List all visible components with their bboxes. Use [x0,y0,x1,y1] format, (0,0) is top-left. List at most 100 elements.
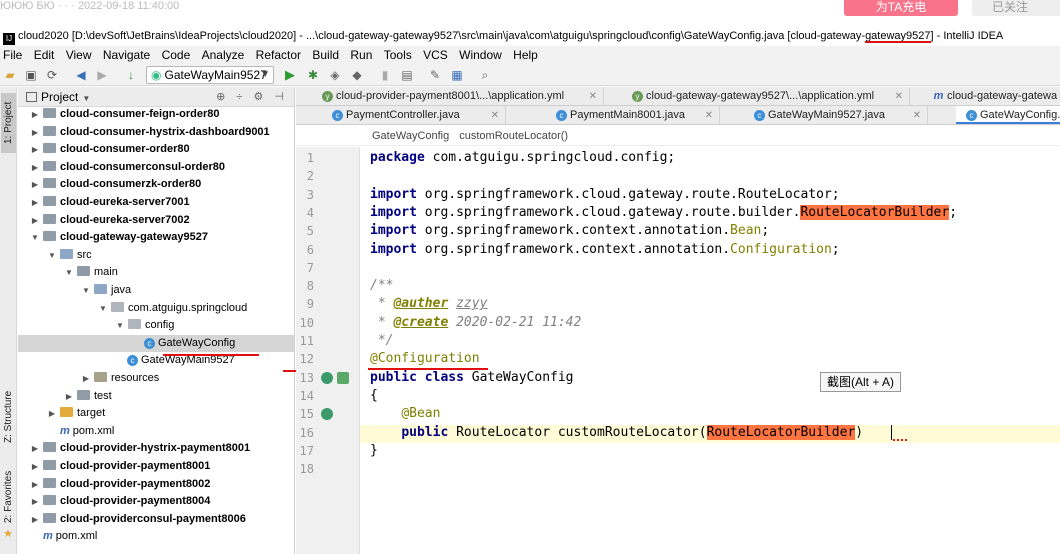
search-everywhere-icon[interactable]: ⌕ [478,68,492,82]
chevron-right-icon[interactable]: ▶ [30,493,40,511]
chevron-right-icon[interactable]: ▶ [30,124,40,142]
coverage-icon[interactable]: ◈ [328,68,342,82]
tab-structure-tool[interactable]: Z: Structure [1,387,16,447]
save-icon[interactable]: ▣ [24,68,38,82]
tree-item[interactable]: ▶ target [18,405,294,423]
tab-gateway9527-application-yml[interactable]: y cloud-gateway-gateway9527\...\applicati… [622,87,910,105]
chevron-right-icon[interactable]: ▶ [81,370,91,388]
settings-wrench-icon[interactable]: ✎ [428,68,442,82]
chevron-down-icon[interactable]: ▼ [82,94,90,103]
sync-icon[interactable]: ⟳ [45,68,59,82]
tree-item[interactable]: ▼ com.atguigu.springcloud [18,300,294,318]
tree-item[interactable]: ▶ test [18,388,294,406]
build-icon[interactable]: ↓ [124,68,138,82]
chevron-right-icon[interactable]: ▶ [30,176,40,194]
project-panel-actions[interactable]: ⊕ ÷ ⚙ ⊣ [216,87,288,107]
chevron-right-icon[interactable]: ▶ [30,476,40,494]
menu-run[interactable]: Run [350,48,372,62]
chevron-right-icon[interactable]: ▶ [30,159,40,177]
tree-module-item[interactable]: ▶ cloud-consumerconsul-order80 [18,159,294,177]
tree-module-item[interactable]: ▶ cloud-consumer-hystrix-dashboard9001 [18,124,294,142]
tab-project-tool[interactable]: 1: Project [1,93,16,153]
tree-module-item[interactable]: ▶ cloud-provider-payment8002 [18,476,294,494]
tree-module-item[interactable]: ▼ cloud-gateway-gateway9527 [18,229,294,247]
tree-item[interactable]: m pom.xml [18,423,294,441]
project-structure-icon[interactable]: ▦ [450,68,464,82]
chevron-right-icon[interactable]: ▶ [30,212,40,230]
tree-module-item[interactable]: ▶ cloud-provider-hystrix-payment8001 [18,440,294,458]
menu-build[interactable]: Build [312,48,339,62]
chevron-right-icon[interactable]: ▶ [30,458,40,476]
tab-payment-controller[interactable]: c PaymentController.java ✕ [322,106,506,124]
tree-module-item[interactable]: ▶ cloud-eureka-server7002 [18,212,294,230]
close-icon[interactable]: ✕ [491,106,499,124]
tree-item[interactable]: ▼ config [18,317,294,335]
menu-help[interactable]: Help [513,48,538,62]
chevron-down-icon[interactable]: ▼ [30,229,40,247]
stop-icon[interactable]: ▮ [378,68,392,82]
menu-tools[interactable]: Tools [384,48,412,62]
open-folder-icon[interactable]: ▰ [3,68,17,82]
chevron-right-icon[interactable]: ▶ [64,388,74,406]
menu-view[interactable]: View [66,48,92,62]
close-icon[interactable]: ✕ [895,87,903,105]
tree-module-item[interactable]: ▶ cloud-providerconsul-payment8006 [18,511,294,529]
chevron-down-icon[interactable]: ▼ [47,247,57,265]
chevron-down-icon[interactable]: ▼ [64,264,74,282]
close-icon[interactable]: ✕ [589,87,597,105]
chevron-right-icon[interactable]: ▶ [30,141,40,159]
tab-payment8001-application-yml[interactable]: y cloud-provider-payment8001\...\applicat… [312,87,604,105]
menu-navigate[interactable]: Navigate [103,48,150,62]
tab-gateway9527-pom[interactable]: m cloud-gateway-gatewa [923,87,1060,105]
menu-vcs[interactable]: VCS [423,48,448,62]
chevron-down-icon[interactable]: ▼ [115,317,125,335]
tree-item[interactable]: m pom.xml [18,528,294,546]
chevron-down-icon[interactable]: ▼ [98,300,108,318]
breadcrumb-class[interactable]: GateWayConfig [372,130,449,142]
breadcrumb-method[interactable]: customRouteLocator() [459,130,568,142]
menu-window[interactable]: Window [459,48,502,62]
tab-gateway-config[interactable]: c GateWayConfig.j [956,106,1060,124]
structure-icon[interactable]: ▤ [400,68,414,82]
project-panel-title[interactable]: Project [41,90,78,104]
chevron-down-icon[interactable]: ▼ [81,282,91,300]
tree-module-item[interactable]: ▶ cloud-provider-payment8004 [18,493,294,511]
menu-file[interactable]: File [3,48,22,62]
tree-item[interactable]: ▼ java [18,282,294,300]
profile-icon[interactable]: ◆ [350,68,364,82]
tree-item[interactable]: c GateWayConfig [18,334,294,353]
spring-config-gutter-icon[interactable] [337,372,349,384]
close-icon[interactable]: ✕ [913,106,921,124]
menu-analyze[interactable]: Analyze [202,48,245,62]
tree-module-item[interactable]: ▶ cloud-consumerzk-order80 [18,176,294,194]
chevron-right-icon[interactable]: ▶ [30,106,40,124]
debug-icon[interactable]: ✱ [306,68,320,82]
tree-item[interactable]: ▼ src [18,247,294,265]
tree-module-item[interactable]: ▶ cloud-provider-payment8001 [18,458,294,476]
tab-gateway-main9527[interactable]: c GateWayMain9527.java ✕ [744,106,928,124]
charge-button[interactable]: 为TA充电 [844,0,958,16]
tree-module-item[interactable]: ▶ cloud-consumer-order80 [18,141,294,159]
tree-item[interactable]: ▶ resources [18,370,294,388]
spring-bean-gutter-icon[interactable] [321,408,333,420]
menu-refactor[interactable]: Refactor [256,48,301,62]
line-number: 4 [306,205,314,220]
tab-favorites-tool[interactable]: 2: Favorites [1,467,16,527]
chevron-right-icon[interactable]: ▶ [30,511,40,529]
tree-item[interactable]: ▼ main [18,264,294,282]
close-icon[interactable]: ✕ [705,106,713,124]
chevron-right-icon[interactable]: ▶ [30,440,40,458]
tree-module-item[interactable]: ▶ cloud-eureka-server7001 [18,194,294,212]
run-icon[interactable]: ▶ [283,68,297,82]
run-configuration-select[interactable]: ◉ GateWayMain9527 ▼ [146,66,274,84]
followed-button[interactable]: 已关注 [972,0,1060,16]
menu-edit[interactable]: Edit [34,48,55,62]
tree-module-item[interactable]: ▶ cloud-consumer-feign-order80 [18,106,294,124]
tab-payment-main8001[interactable]: c PaymentMain8001.java ✕ [546,106,720,124]
spring-bean-gutter-icon[interactable] [321,372,333,384]
chevron-right-icon[interactable]: ▶ [47,405,57,423]
chevron-right-icon[interactable]: ▶ [30,194,40,212]
forward-arrow-icon[interactable]: ▶ [95,68,109,82]
back-arrow-icon[interactable]: ◀ [74,68,88,82]
menu-code[interactable]: Code [162,48,191,62]
